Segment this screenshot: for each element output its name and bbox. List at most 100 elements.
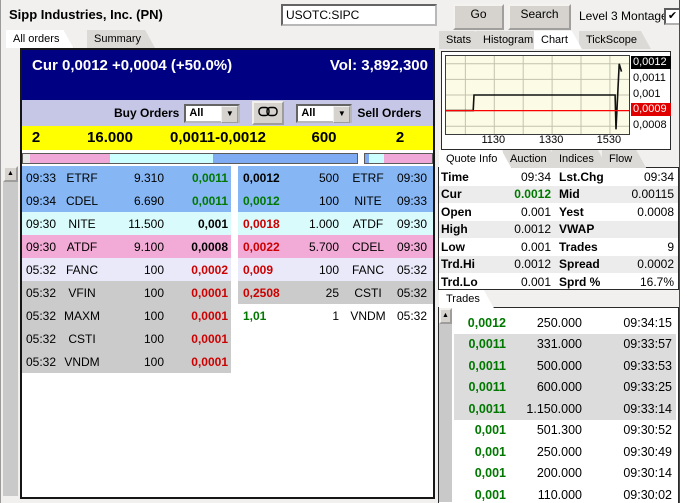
quote-label: Lst.Chg (551, 170, 615, 184)
montage-row[interactable]: 09:34 CDEL 6.690 0,0011 0,0012 100 NITE … (22, 189, 433, 212)
quote-row: Open 0.001 Yest 0.0008 (439, 203, 678, 221)
bid-row-half[interactable]: 09:30 NITE 11.500 0,001 (22, 212, 231, 235)
bid-row-half[interactable]: 05:32 VFIN 100 0,0001 (22, 281, 231, 304)
quote-label: VWAP (551, 222, 615, 236)
ask-row-half[interactable]: 0,009 100 FANC 05:32 (238, 258, 433, 281)
bid-mm: ETRF (60, 171, 104, 185)
trades-scrollbar[interactable]: ▲ (439, 308, 452, 502)
montage-scrollbar[interactable]: ▲ (3, 166, 18, 496)
quote-value: 0.001 (491, 240, 551, 254)
ask-time: 09:30 (391, 171, 433, 185)
bid-row-half[interactable]: 09:33 ETRF 9.310 0,0011 (22, 166, 231, 189)
trade-row: 0,001 250.000 09:30:49 (454, 441, 676, 463)
trade-row: 0,0011 600.000 09:33:25 (454, 377, 676, 399)
trade-price: 0,0011 (454, 359, 506, 373)
search-button[interactable]: Search (508, 4, 571, 30)
bid-mm: VNDM (60, 355, 104, 369)
tab-all-orders[interactable]: All orders (6, 30, 73, 48)
chart-panel: 0,00120,00110,0010,00090,0008 1130133015… (441, 51, 671, 150)
ask-row-half[interactable]: 0,2508 25 CSTI 05:32 (238, 281, 433, 304)
sell-orders-label: Sell Orders (357, 106, 421, 120)
ask-mm: FANC (345, 263, 391, 277)
montage-row[interactable]: 09:30 ATDF 9.100 0,0008 0,0022 5.700 CDE… (22, 235, 433, 258)
scroll-up-icon[interactable]: ▲ (439, 308, 452, 324)
ask-row-half[interactable]: 1,01 1 VNDM 05:32 (238, 304, 433, 327)
montage-row[interactable]: 05:32 FANC 100 0,0002 0,009 100 FANC 05:… (22, 258, 433, 281)
bid-row-half[interactable]: 09:34 CDEL 6.690 0,0011 (22, 189, 231, 212)
ask-row-half[interactable] (238, 327, 433, 350)
quote-value: 16.7% (615, 275, 678, 289)
tab-quote-info[interactable]: Quote Info (439, 150, 511, 168)
tab-indices[interactable]: Indices (552, 150, 608, 168)
quote-row: Time 09:34 Lst.Chg 09:34 (439, 168, 678, 186)
montage-row[interactable]: 05:32 CSTI 100 0,0001 (22, 327, 433, 350)
quote-value: 0.001 (491, 275, 551, 289)
ask-size: 25 (305, 286, 345, 300)
go-button[interactable]: Go (453, 4, 504, 30)
buy-filter-value: All (189, 107, 203, 119)
bid-time: 05:32 (22, 286, 60, 300)
ask-row-half[interactable]: 0,0012 100 NITE 09:33 (238, 189, 433, 212)
quote-value: 0.0012 (491, 257, 551, 271)
ask-row-half[interactable]: 0,0018 1.000 ATDF 09:30 (238, 212, 433, 235)
depth-segment (30, 154, 110, 163)
tab-flow[interactable]: Flow (602, 150, 646, 168)
symbol-input[interactable] (281, 4, 437, 26)
bid-time: 05:32 (22, 263, 60, 277)
trade-row: 0,001 200.000 09:30:14 (454, 463, 676, 485)
trade-time: 09:33:53 (582, 359, 676, 373)
trade-size: 250.000 (506, 316, 582, 330)
sell-filter-select[interactable]: All ▼ (296, 104, 352, 123)
ask-mm: VNDM (345, 309, 391, 323)
trade-time: 09:30:14 (582, 466, 676, 480)
ask-size: 1 (305, 309, 345, 323)
montage-row[interactable]: 05:32 MAXM 100 0,0001 1,01 1 VNDM 05:32 (22, 304, 433, 327)
ask-price: 1,01 (238, 309, 305, 323)
quote-value: 09:34 (491, 170, 551, 184)
trade-row: 0,0012 250.000 09:34:15 (454, 312, 676, 334)
montage-row[interactable]: 05:32 VFIN 100 0,0001 0,2508 25 CSTI 05:… (22, 281, 433, 304)
trade-time: 09:30:02 (582, 488, 676, 502)
quote-label: Time (439, 170, 491, 184)
chevron-down-icon[interactable]: ▼ (333, 106, 350, 123)
bid-price: 0,0011 (168, 194, 231, 208)
ask-row-half[interactable]: 0,0012 500 ETRF 09:30 (238, 166, 433, 189)
bid-row-half[interactable]: 05:32 MAXM 100 0,0001 (22, 304, 231, 327)
quote-value: 0.00115 (615, 187, 678, 201)
depth-bars (22, 153, 433, 164)
bid-size: 100 (104, 332, 168, 346)
bid-price: 0,0002 (168, 263, 231, 277)
bid-row-half[interactable]: 05:32 CSTI 100 0,0001 (22, 327, 231, 350)
bid-mm: NITE (60, 217, 104, 231)
quote-label: Spread (551, 257, 615, 271)
tab-summary[interactable]: Summary (87, 30, 155, 48)
tab-tickscope[interactable]: TickScope (579, 31, 651, 49)
montage-row[interactable]: 09:30 NITE 11.500 0,001 0,0018 1.000 ATD… (22, 212, 433, 235)
bid-row-half[interactable]: 09:30 ATDF 9.100 0,0008 (22, 235, 231, 258)
buy-filter-select[interactable]: All ▼ (184, 104, 240, 123)
montage-row[interactable]: 09:33 ETRF 9.310 0,0011 0,0012 500 ETRF … (22, 166, 433, 189)
link-filters-button[interactable] (252, 101, 284, 125)
ask-row-half[interactable]: 0,0022 5.700 CDEL 09:30 (238, 235, 433, 258)
bid-row-half[interactable]: 05:32 FANC 100 0,0002 (22, 258, 231, 281)
ask-time: 05:32 (391, 263, 433, 277)
trade-price: 0,0011 (454, 380, 506, 394)
trade-size: 110.000 (506, 488, 582, 502)
ask-mm-count: 2 (396, 126, 404, 150)
chevron-down-icon[interactable]: ▼ (221, 106, 238, 123)
trade-row: 0,0011 1.150.000 09:33:14 (454, 398, 676, 420)
tab-chart[interactable]: Chart (534, 31, 582, 49)
chart-ytick-label: 0,001 (631, 88, 671, 101)
bid-price: 0,0011 (168, 171, 231, 185)
bid-price: 0,0001 (168, 286, 231, 300)
montage-row[interactable]: 05:32 VNDM 100 0,0001 (22, 350, 433, 373)
window-right-frame (679, 0, 689, 503)
tab-trades[interactable]: Trades (439, 290, 494, 308)
bid-row-half[interactable]: 05:32 VNDM 100 0,0001 (22, 350, 231, 373)
bid-time: 09:34 (22, 194, 60, 208)
bid-size: 100 (104, 355, 168, 369)
scroll-up-icon[interactable]: ▲ (3, 166, 18, 182)
trade-row: 0,001 501.300 09:30:52 (454, 420, 676, 442)
bid-mm: VFIN (60, 286, 104, 300)
ask-row-half[interactable] (238, 350, 433, 373)
